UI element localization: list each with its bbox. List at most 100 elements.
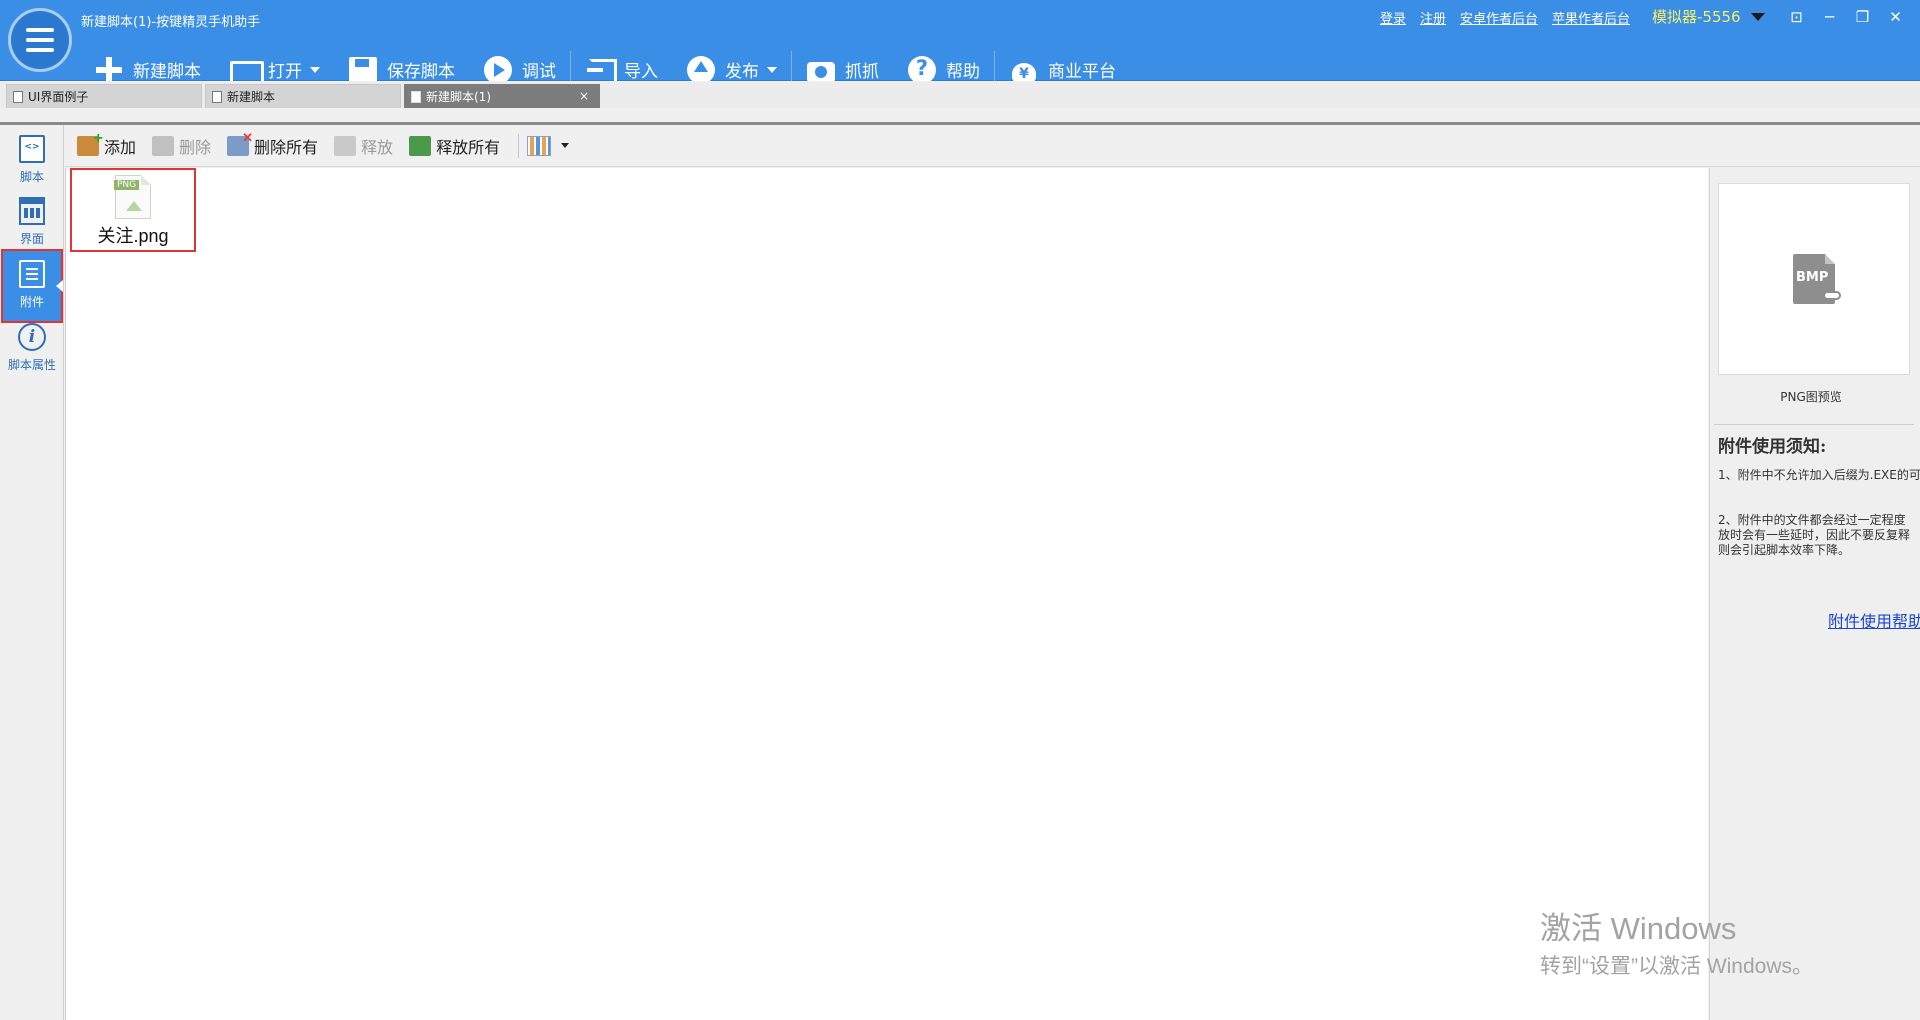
sidebar-item-label: 附件 [19,295,44,309]
play-icon [483,55,513,81]
sidebar-item-ui[interactable]: 界面 [2,191,62,253]
png-file-icon: PNG [114,175,151,219]
save-icon [348,55,378,81]
sidebar-item-script-properties[interactable]: 脚本属性 [2,317,62,379]
folder-icon [229,55,264,81]
chevron-down-icon[interactable] [310,66,320,73]
new-script-label: 新建脚本 [133,62,201,81]
delete-all-button[interactable]: 删除所有 [221,130,324,161]
release-all-button[interactable]: 释放所有 [403,131,506,161]
debug-label: 调试 [522,62,556,81]
app-menu-button[interactable] [8,8,72,72]
sidebar-item-attachment[interactable]: 附件 [1,249,63,323]
new-script-button[interactable]: 新建脚本 [80,46,215,81]
mini-mode-button[interactable]: ⊡ [1780,4,1813,30]
money-bag-icon [1009,55,1039,81]
android-author-link[interactable]: 安卓作者后台 [1460,8,1538,27]
sidebar-item-label: 脚本 [19,170,44,184]
toolbar-divider [518,133,520,158]
file-name: 关注.png [97,226,169,246]
attachment-help-link[interactable]: 附件使用帮助 [1828,608,1920,632]
window-controls: ⊡ ─ ❐ ✕ [1780,4,1912,30]
close-button[interactable]: ✕ [1879,4,1912,30]
capture-button[interactable]: 抓抓 [792,46,893,81]
notice-line: 则会引起脚本效率下降。 [1718,543,1851,557]
delete-attachment-button[interactable]: 删除 [146,131,217,161]
main-toolbar: 新建脚本 打开 保存脚本 调试 导入 发布 抓抓 ? 帮助 ¥ 商业平台 [80,46,1130,81]
delete-file-icon [152,135,175,156]
tab-label: 新建脚本 [227,90,276,104]
capture-label: 抓抓 [845,62,879,81]
publish-label: 发布 [725,62,759,81]
notice-line: 1、附件中不允许加入后缀为.EXE的可 [1718,468,1920,482]
release-label: 释放 [361,139,394,157]
camera-icon [806,55,836,81]
import-label: 导入 [624,62,658,81]
delete-all-label: 删除所有 [254,139,319,157]
chevron-down-icon [1750,12,1765,21]
minimize-button[interactable]: ─ [1813,4,1846,30]
tab-label: UI界面例子 [28,90,89,104]
document-icon [13,90,23,103]
close-tab-icon[interactable]: × [579,89,589,103]
divider [1714,424,1914,425]
image-preview: BMP [1718,183,1910,375]
chevron-down-icon[interactable] [767,66,777,73]
document-icon [411,90,421,103]
delete-label: 删除 [179,139,212,157]
simulator-select[interactable]: 模拟器-5556 [1652,6,1765,27]
release-button[interactable]: 释放 [328,131,399,161]
glasses-icon [1823,291,1841,300]
business-platform-button[interactable]: 商业平台 [995,46,1130,81]
help-icon [907,55,937,81]
release-all-label: 释放所有 [436,139,501,157]
menu-icon [26,28,54,52]
sidebar-item-script[interactable]: 脚本 [2,129,62,191]
image-mountain-icon [126,201,142,211]
open-label: 打开 [268,62,302,81]
tab-new-script-1[interactable]: 新建脚本(1) × [404,84,600,108]
import-icon [585,55,617,81]
attachment-icon [19,260,45,288]
sidebar-item-label: 界面 [19,232,44,246]
help-button[interactable]: 帮助 [893,46,994,81]
ios-author-link[interactable]: 苹果作者后台 [1552,8,1630,27]
view-mode-button[interactable] [527,135,570,156]
import-button[interactable]: 导入 [571,46,672,81]
restore-button[interactable]: ❐ [1846,4,1879,30]
open-button[interactable]: 打开 [215,46,334,81]
document-icon [212,90,222,103]
info-icon [18,323,46,351]
view-grid-icon [527,135,552,156]
bmp-icon-text: BMP [1796,270,1829,285]
add-label: 添加 [104,139,137,157]
register-link[interactable]: 注册 [1420,8,1446,27]
title-bar: 新建脚本(1)-按键精灵手机助手 登录 注册 安卓作者后台 苹果作者后台 模拟器… [0,0,1920,81]
save-script-button[interactable]: 保存脚本 [334,46,469,81]
tab-new-script[interactable]: 新建脚本 [205,84,401,108]
add-file-icon [77,130,103,156]
plus-icon [94,55,124,81]
file-item[interactable]: PNG 关注.png [70,168,196,252]
preview-panel: BMP PNG图预览 附件使用须知: 1、附件中不允许加入后缀为.EXE的可 2… [1709,168,1920,1020]
chevron-down-icon [561,143,570,148]
attachment-file-list: PNG 关注.png [65,168,1708,1020]
add-attachment-button[interactable]: 添加 [71,130,142,161]
bmp-file-icon: BMP [1793,254,1841,304]
preview-label: PNG图预览 [1780,390,1842,404]
publish-button[interactable]: 发布 [672,46,791,81]
notice-line: 2、附件中的文件都会经过一定程度 [1718,513,1906,527]
file-type-tag: PNG [114,180,140,190]
top-links: 登录 注册 安卓作者后台 苹果作者后台 [1380,8,1630,27]
login-link[interactable]: 登录 [1380,8,1406,27]
tab-label: 新建脚本(1) [426,90,491,104]
script-doc-icon [19,135,45,163]
business-platform-label: 商业平台 [1048,62,1116,81]
tab-ui-example[interactable]: UI界面例子 [6,84,202,108]
attachment-toolbar: 添加 删除 删除所有 释放 释放所有 [65,125,1920,167]
help-label: 帮助 [946,62,980,81]
debug-button[interactable]: 调试 [469,46,570,81]
document-tabs: UI界面例子 新建脚本 新建脚本(1) × [0,82,1920,108]
sidebar-item-label: 脚本属性 [7,358,56,372]
left-sidebar: 脚本 界面 附件 脚本属性 [0,125,64,1020]
